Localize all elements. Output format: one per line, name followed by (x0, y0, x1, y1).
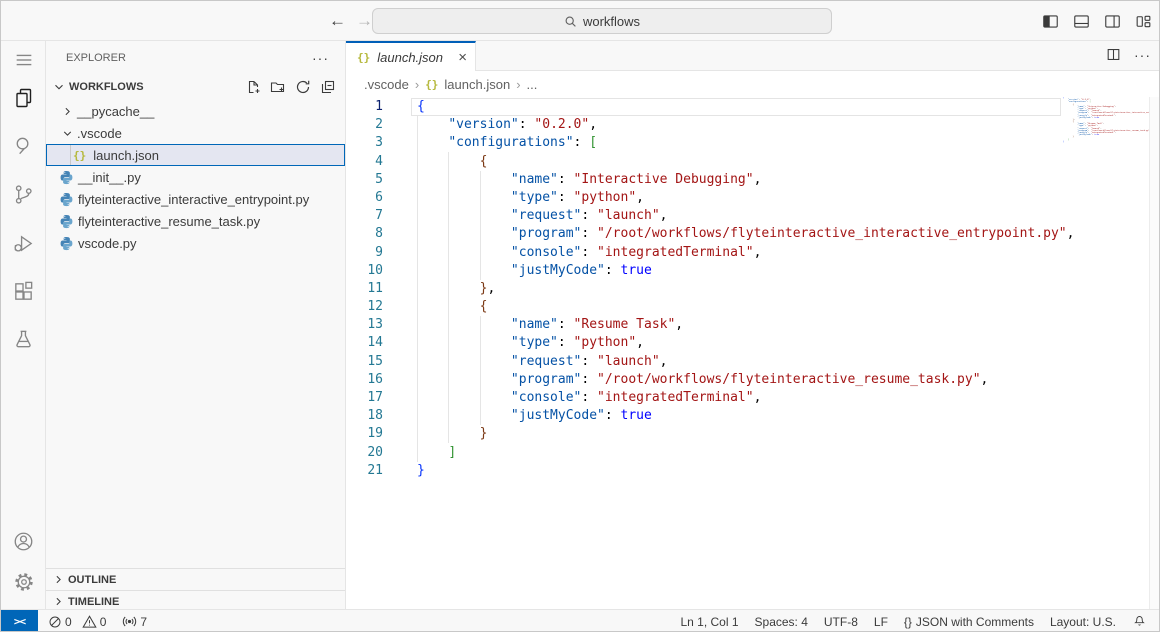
breadcrumb-file[interactable]: launch.json (444, 77, 510, 92)
search-icon (564, 15, 577, 28)
toggle-primary-sidebar-icon[interactable] (1040, 11, 1060, 31)
timeline-section[interactable]: TIMELINE (46, 590, 345, 609)
tree-item-label: __init__.py (78, 170, 141, 185)
tree-item-label: flyteinteractive_resume_task.py (78, 214, 260, 229)
chevron-right-icon (50, 595, 66, 608)
menu-icon[interactable] (11, 47, 36, 72)
warning-icon (82, 614, 97, 629)
minimap[interactable]: { "version": "0.2.0", "configurations": … (1063, 97, 1149, 151)
navigate-back-icon[interactable]: ← (329, 10, 346, 32)
explorer-sidebar: EXPLORER ··· WORKFLOWS (46, 41, 346, 609)
keyboard-layout[interactable]: Layout: U.S. (1050, 615, 1116, 629)
chevron-down-icon (59, 127, 75, 140)
remote-indicator[interactable]: >< (1, 610, 38, 632)
chevron-down-icon (51, 80, 67, 94)
code-content: { "version": "0.2.0", "configurations": … (417, 98, 1074, 480)
status-bar: >< 0 0 (1, 609, 1160, 632)
vscode-window: ← → workflows (0, 0, 1160, 632)
source-control-icon[interactable] (11, 182, 36, 207)
line-number-gutter: 123456789101112131415161718192021 (346, 98, 383, 480)
tree-item-label: .vscode (77, 126, 122, 141)
tree-item-entrypoint-py[interactable]: flyteinteractive_interactive_entrypoint.… (46, 188, 345, 210)
python-file-icon (59, 192, 74, 207)
timeline-label: TIMELINE (68, 596, 119, 608)
warning-count: 0 (100, 615, 107, 629)
cursor-position[interactable]: Ln 1, Col 1 (680, 615, 738, 629)
search-text: workflows (583, 14, 640, 29)
notifications-bell-icon[interactable] (1132, 614, 1147, 629)
tab-bar: {} launch.json × ··· (346, 41, 1160, 71)
section-workflows[interactable]: WORKFLOWS (46, 75, 345, 98)
tree-item-launch-json[interactable]: {} launch.json (46, 144, 345, 166)
explorer-more-actions-icon[interactable]: ··· (312, 50, 329, 66)
split-editor-icon[interactable] (1105, 46, 1122, 63)
tree-item-label: launch.json (93, 148, 159, 163)
tree-item-label: __pycache__ (77, 104, 154, 119)
json-file-icon: {} (425, 78, 438, 91)
language-label: JSON with Comments (916, 615, 1034, 629)
activity-bar (1, 41, 46, 609)
braces-icon: {} (904, 615, 912, 629)
testing-icon[interactable] (11, 327, 36, 352)
command-center-search[interactable]: workflows (372, 8, 832, 34)
json-file-icon: {} (73, 149, 86, 162)
tree-item-vscode-py[interactable]: vscode.py (46, 232, 345, 254)
sidebar-title: EXPLORER (66, 52, 126, 64)
encoding[interactable]: UTF-8 (824, 615, 858, 629)
chevron-right-icon: › (415, 77, 419, 92)
code-editor[interactable]: 123456789101112131415161718192021 { "ver… (346, 97, 1160, 609)
broadcast-icon (122, 614, 137, 629)
navigate-forward-icon[interactable]: → (356, 10, 373, 32)
outline-label: OUTLINE (68, 574, 116, 586)
tab-launch-json[interactable]: {} launch.json × (346, 41, 476, 71)
editor-scrollbar[interactable] (1149, 97, 1160, 609)
tree-item-label: vscode.py (78, 236, 137, 251)
indentation[interactable]: Spaces: 4 (755, 615, 808, 629)
settings-gear-icon[interactable] (11, 569, 36, 594)
ports-count: 7 (140, 615, 147, 629)
json-file-icon: {} (357, 51, 370, 64)
tab-label: launch.json (377, 50, 443, 65)
run-debug-icon[interactable] (11, 231, 36, 256)
toggle-panel-icon[interactable] (1071, 11, 1091, 31)
python-file-icon (59, 214, 74, 229)
new-file-icon[interactable] (244, 78, 262, 96)
ports-status[interactable]: 7 (122, 614, 147, 629)
outline-section[interactable]: OUTLINE (46, 568, 345, 590)
toggle-secondary-sidebar-icon[interactable] (1102, 11, 1122, 31)
tree-item-pycache[interactable]: __pycache__ (46, 100, 345, 122)
extensions-icon[interactable] (11, 279, 36, 304)
tree-item-resume-task-py[interactable]: flyteinteractive_resume_task.py (46, 210, 345, 232)
breadcrumb-folder[interactable]: .vscode (364, 77, 409, 92)
account-icon[interactable] (11, 529, 36, 554)
error-count: 0 (65, 615, 72, 629)
chevron-right-icon: › (516, 77, 520, 92)
problems-status[interactable]: 0 0 (48, 614, 106, 629)
tree-item-label: flyteinteractive_interactive_entrypoint.… (78, 192, 309, 207)
chevron-right-icon (50, 573, 66, 586)
tree-item-init-py[interactable]: __init__.py (46, 166, 345, 188)
close-tab-icon[interactable]: × (458, 49, 467, 66)
python-file-icon (59, 170, 74, 185)
tree-item-vscode-folder[interactable]: .vscode (46, 122, 345, 144)
language-mode[interactable]: {} JSON with Comments (904, 615, 1034, 629)
breadcrumb-symbol[interactable]: ... (527, 77, 538, 92)
tree-indent-guide (70, 145, 71, 165)
refresh-icon[interactable] (294, 78, 312, 96)
editor-more-actions-icon[interactable]: ··· (1134, 47, 1151, 63)
explorer-icon[interactable] (11, 85, 36, 110)
customize-layout-icon[interactable] (1133, 11, 1153, 31)
collapse-all-icon[interactable] (319, 78, 337, 96)
chevron-right-icon (59, 105, 75, 118)
section-label: WORKFLOWS (69, 81, 144, 93)
file-tree: __pycache__ .vscode {} launch.json (46, 100, 345, 254)
new-folder-icon[interactable] (269, 78, 287, 96)
error-icon (48, 615, 62, 629)
search-view-icon[interactable] (11, 133, 36, 158)
breadcrumb: .vscode › {} launch.json › ... (346, 71, 1160, 97)
editor-group: {} launch.json × ··· .vscode › {} launch… (346, 41, 1160, 609)
title-bar: ← → workflows (1, 1, 1160, 41)
eol-sequence[interactable]: LF (874, 615, 888, 629)
python-file-icon (59, 236, 74, 251)
